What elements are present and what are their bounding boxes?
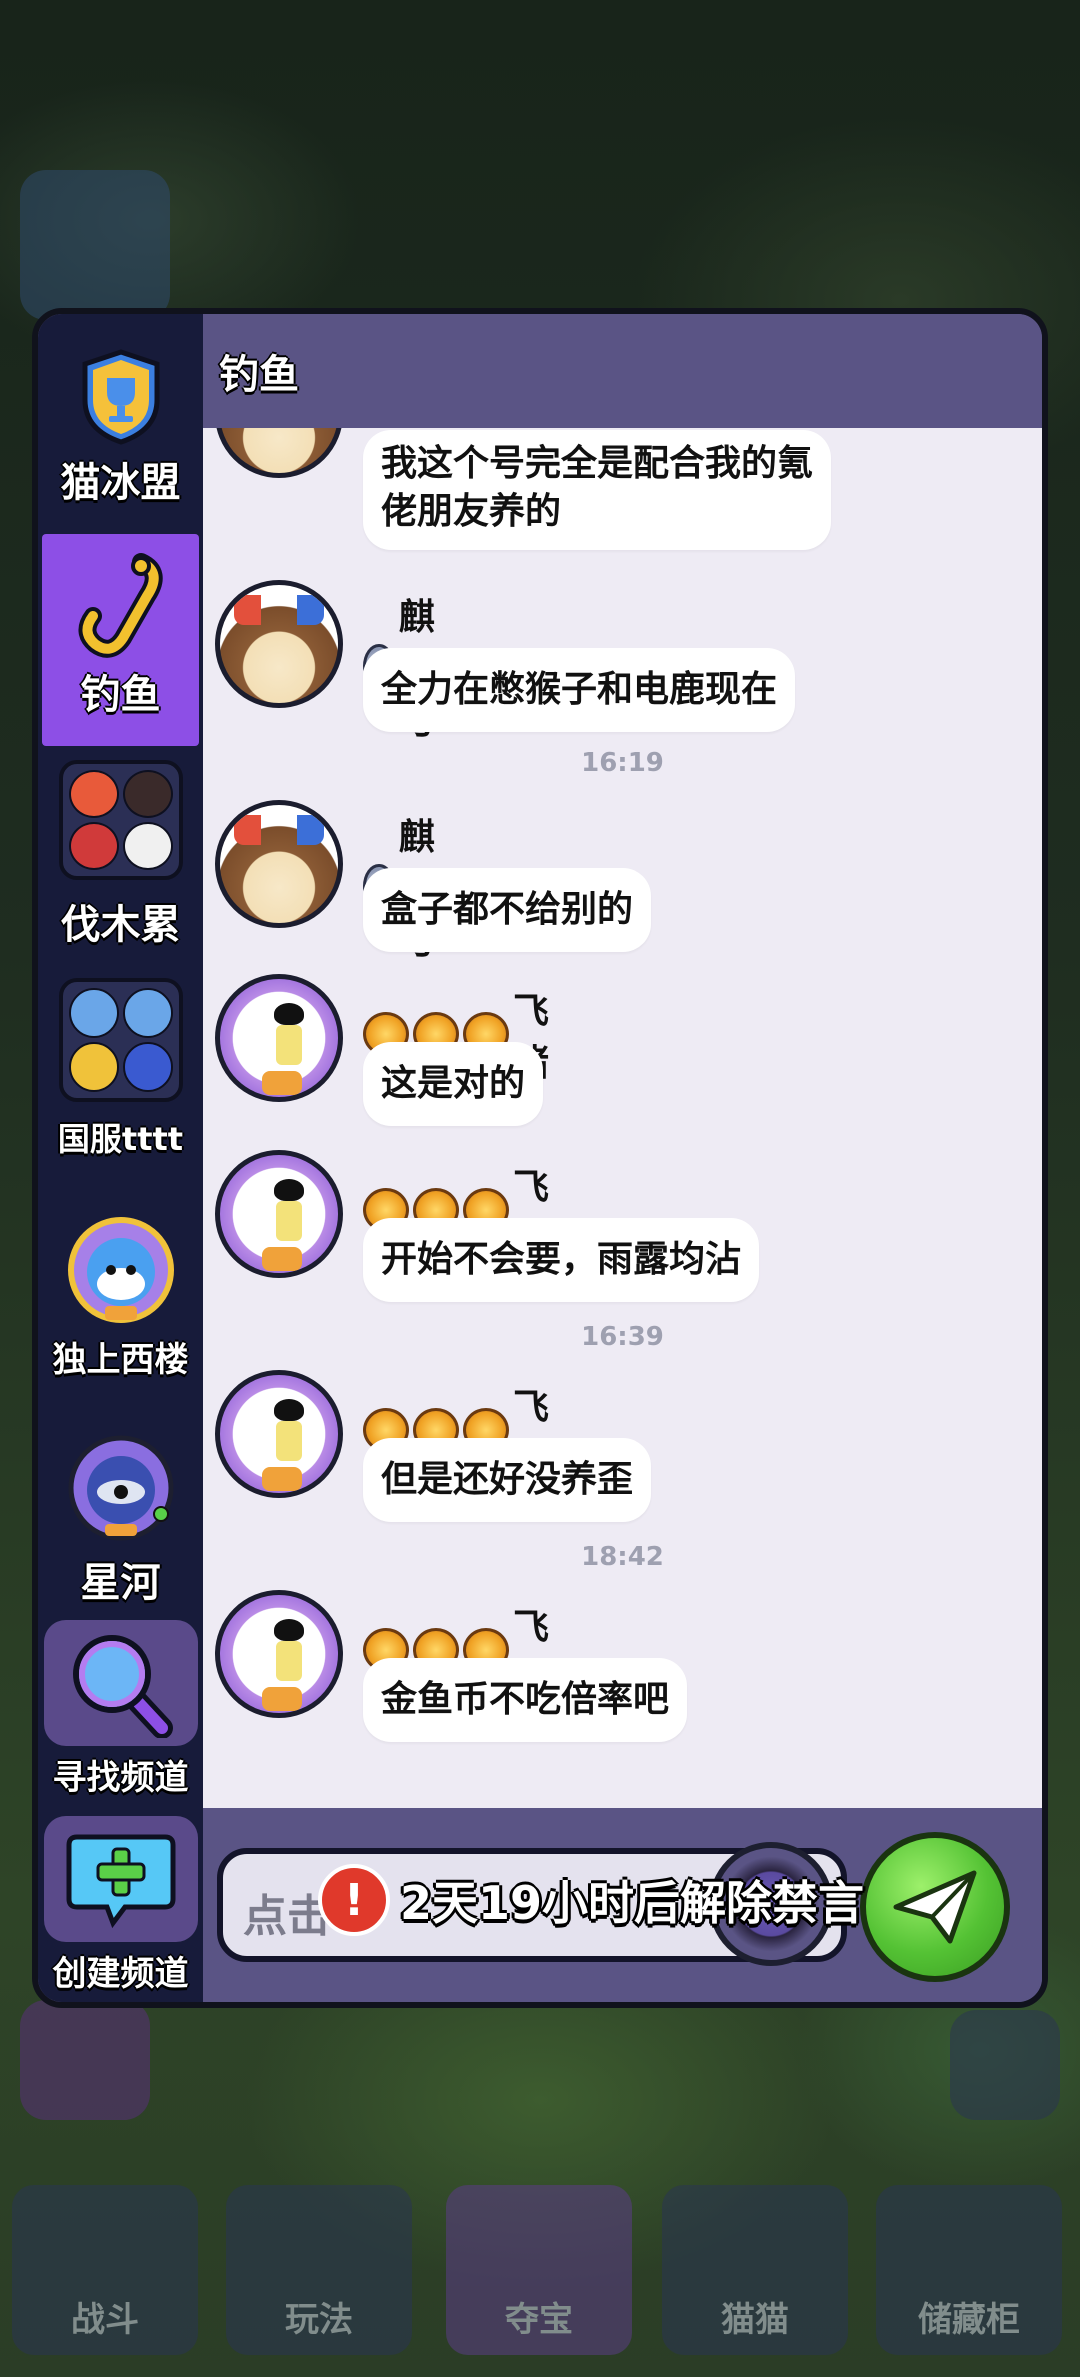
- sidebar-item-label: 寻找频道: [52, 1758, 189, 1798]
- timestamp: 16:19: [581, 748, 664, 778]
- sidebar-item-dushangxilou[interactable]: 独上西楼: [42, 1214, 199, 1404]
- message-text: 但是还好没养歪: [381, 1459, 634, 1500]
- avatar[interactable]: [215, 428, 343, 478]
- mute-notice-text: 2天19小时后解除禁言: [400, 1876, 865, 1930]
- message-text-line: 佬朋友养的: [381, 491, 562, 532]
- message-bubble: 这是对的: [363, 1042, 544, 1126]
- create-channel-button[interactable]: 创建频道: [42, 1816, 199, 2002]
- helmet-avatar-icon: [68, 1435, 173, 1541]
- sidebar-item-xinghe[interactable]: 星河: [42, 1432, 199, 1622]
- bg-hammer-button: [20, 2000, 150, 2120]
- nav-tab-label: 猫猫: [721, 2300, 789, 2340]
- avatar[interactable]: [215, 580, 343, 708]
- avatar[interactable]: [215, 1590, 343, 1718]
- sidebar-item-label: 独上西楼: [52, 1340, 189, 1380]
- warning-icon: !: [318, 1864, 390, 1936]
- message-bubble: 但是还好没养歪: [363, 1438, 652, 1522]
- message-bubble: 我这个号完全是配合我的氪 佬朋友养的: [363, 430, 832, 550]
- find-channel-button[interactable]: 寻找频道: [42, 1620, 199, 1810]
- mute-notice: ! 2天19小时后解除禁言: [318, 1864, 864, 1936]
- message-text-line: 我这个号完全是配合我的氪: [381, 443, 814, 484]
- nav-tab-label: 储藏柜: [918, 2300, 1020, 2340]
- nav-tab-label: 玩法: [285, 2300, 353, 2340]
- group-avatars-icon: [58, 978, 183, 1102]
- nav-tab-cats[interactable]: 猫猫: [662, 2185, 848, 2355]
- message-bubble: 盒子都不给别的: [363, 868, 652, 952]
- page-title: 钓鱼: [219, 352, 299, 398]
- sidebar-item-fishing[interactable]: 钓鱼: [42, 534, 199, 746]
- timestamp: 18:42: [581, 1542, 664, 1572]
- send-button[interactable]: [860, 1832, 1010, 1982]
- sidebar-item-label: 创建频道: [52, 1954, 189, 1994]
- sidebar-item-famulei[interactable]: 伐木累: [42, 760, 199, 950]
- sidebar-item-label: 猫冰盟: [60, 460, 181, 506]
- nav-tab-label: 战斗: [71, 2300, 139, 2340]
- trophy-shield-icon: [82, 349, 159, 445]
- message-text: 这是对的: [381, 1063, 526, 1104]
- message-text: 金鱼币不吃倍率吧: [381, 1679, 670, 1720]
- bg-right-button: [950, 2010, 1060, 2120]
- message-bubble: 金鱼币不吃倍率吧: [363, 1658, 688, 1742]
- sidebar-item-label: 钓鱼: [80, 672, 161, 718]
- message-bubble: 全力在憋猴子和电鹿现在: [363, 648, 796, 732]
- cat-avatar-icon: [67, 1217, 174, 1323]
- channel-header: 钓鱼: [203, 314, 1042, 428]
- paper-plane-icon: [893, 1870, 977, 1944]
- message-text: 开始不会要，雨露均沾: [381, 1239, 742, 1280]
- fishing-hook-icon: [78, 553, 163, 658]
- nav-tab-battle[interactable]: 战斗: [12, 2185, 198, 2355]
- nav-tab-treasure[interactable]: 夺宝: [446, 2185, 632, 2355]
- sidebar-item-guild[interactable]: 猫冰盟: [42, 348, 199, 528]
- message-list[interactable]: 我这个号完全是配合我的氪 佬朋友养的 麒麟弓 全力在憋猴子和电鹿现在 16:19…: [203, 428, 1042, 1808]
- timestamp: 16:39: [581, 1322, 664, 1352]
- bg-top-avatar: [20, 170, 170, 320]
- nav-tab-gameplay[interactable]: 玩法: [226, 2185, 412, 2355]
- message-bubble: 开始不会要，雨露均沾: [363, 1218, 760, 1302]
- avatar[interactable]: [215, 974, 343, 1102]
- message-text: 全力在憋猴子和电鹿现在: [381, 669, 778, 710]
- avatar[interactable]: [215, 800, 343, 928]
- create-channel-bg: [43, 1816, 198, 1942]
- group-avatars-icon: [58, 760, 183, 880]
- find-channel-bg: [43, 1620, 198, 1746]
- avatar[interactable]: [215, 1370, 343, 1498]
- nav-tab-label: 夺宝: [505, 2300, 573, 2340]
- plus-icon: [66, 1834, 175, 1929]
- sidebar-item-label: 星河: [80, 1560, 161, 1606]
- nav-tab-storage[interactable]: 储藏柜: [876, 2185, 1062, 2355]
- message-text: 盒子都不给别的: [381, 889, 634, 930]
- sidebar-item-label: 国服tttt: [57, 1120, 184, 1158]
- bottom-nav: 战斗 玩法 夺宝 猫猫 储藏柜: [0, 2137, 1080, 2377]
- magnifier-icon: [72, 1635, 173, 1738]
- sidebar-item-label: 伐木累: [60, 902, 181, 948]
- chat-panel: 猫冰盟 钓鱼 伐木累 国服tttt 独上西楼 星河 寻找频道 创建频道 钓鱼 我…: [32, 308, 1048, 2008]
- channel-sidebar: 猫冰盟 钓鱼 伐木累 国服tttt 独上西楼 星河 寻找频道 创建频道: [38, 314, 203, 2002]
- sidebar-item-guofu[interactable]: 国服tttt: [42, 978, 199, 1168]
- avatar[interactable]: [215, 1150, 343, 1278]
